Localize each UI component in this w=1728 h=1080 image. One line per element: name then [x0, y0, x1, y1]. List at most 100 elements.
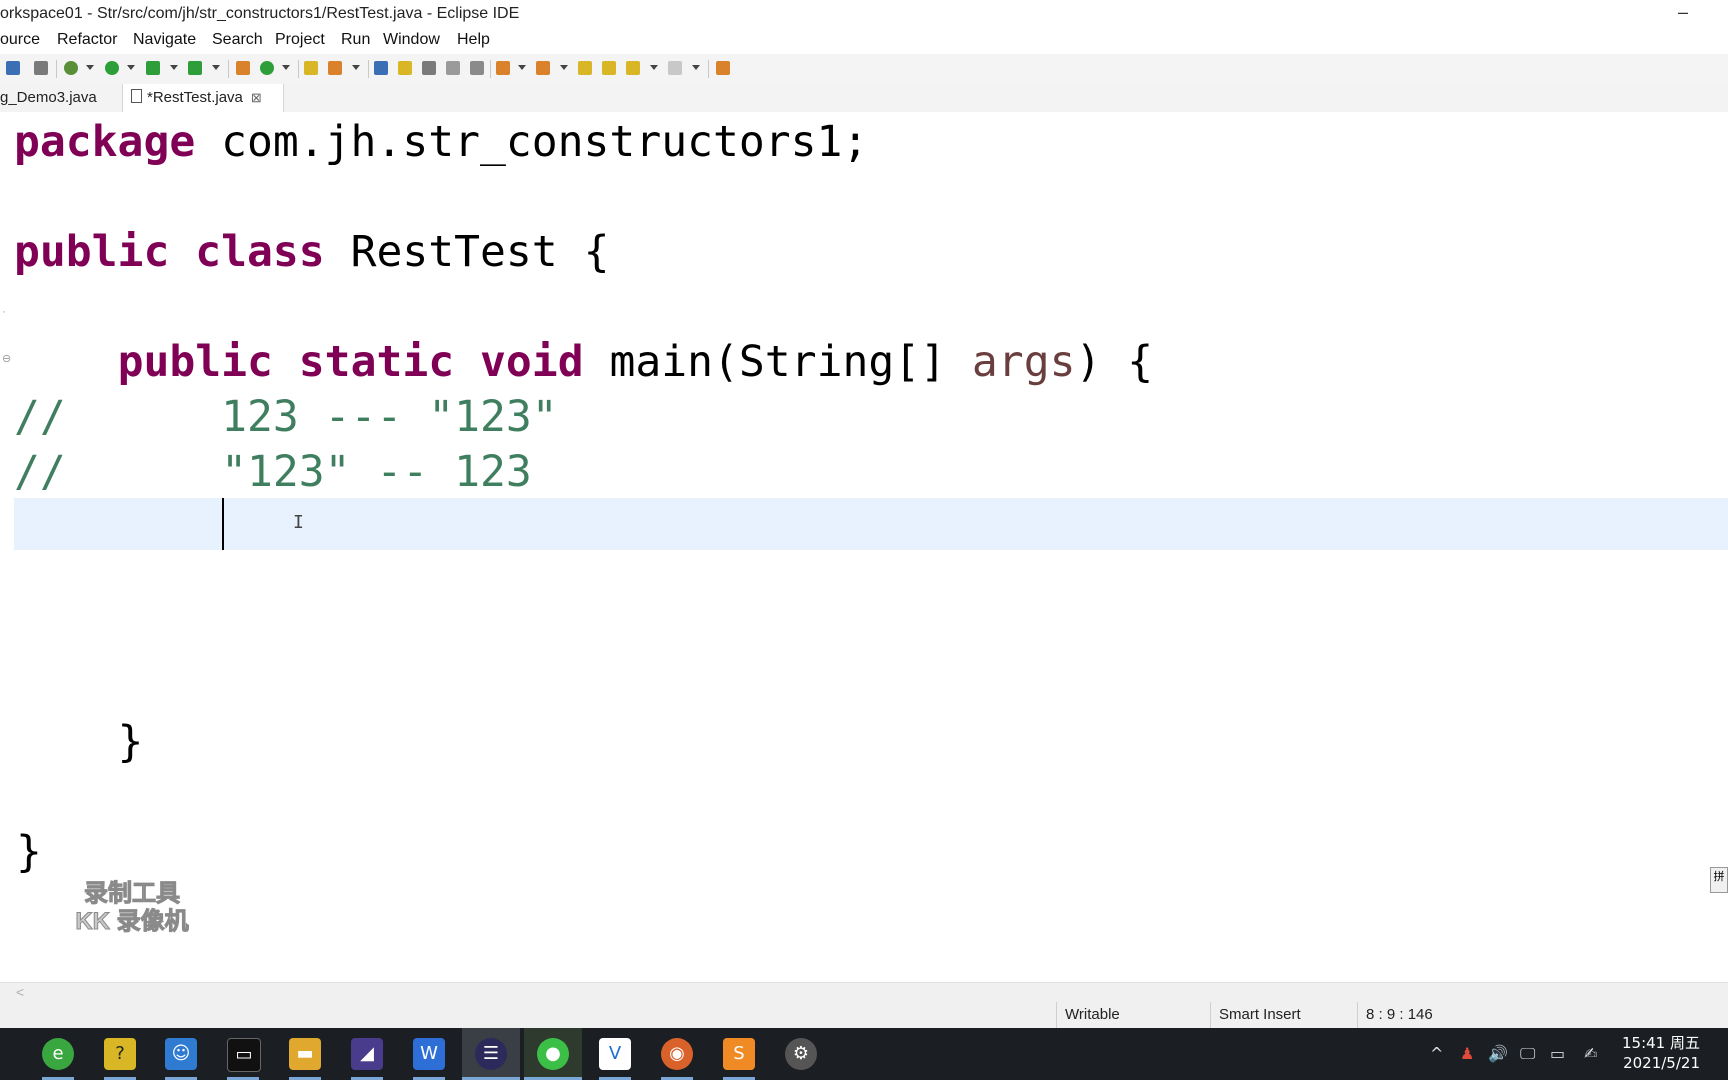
file-explorer-icon[interactable]: ▬ — [289, 1038, 321, 1070]
sublime-icon[interactable]: S — [723, 1038, 755, 1070]
previous-annotation-dropdown-icon[interactable] — [560, 65, 568, 70]
toggle-mark-occurrences-icon[interactable] — [374, 61, 388, 75]
menu-navigate[interactable]: Navigate — [133, 31, 196, 49]
vscode-icon[interactable]: V — [599, 1038, 631, 1070]
tab-demo3[interactable]: g_Demo3.java — [0, 84, 118, 112]
status-writable: Writable — [1056, 1002, 1193, 1028]
keyword: static — [298, 337, 455, 387]
watermark-line-1: 录制工具 — [84, 880, 181, 908]
tab-label: *RestTest.java — [147, 89, 243, 106]
dolphin-icon[interactable]: ◢ — [351, 1038, 383, 1070]
toolbar-separator — [228, 60, 229, 78]
title-bar: orkspace01 - Str/src/com/jh/str_construc… — [0, 0, 1728, 28]
keyword: public — [117, 337, 273, 387]
wechat-icon[interactable]: ● — [537, 1038, 569, 1070]
coverage-dropdown-icon[interactable] — [170, 65, 178, 70]
next-annotation-dropdown-icon[interactable] — [518, 65, 526, 70]
minimize-button[interactable]: – — [1678, 2, 1688, 23]
gutter-marker-icon: · — [2, 306, 6, 318]
search-dropdown-icon[interactable] — [352, 65, 360, 70]
code-text: ) { — [1075, 337, 1154, 387]
java-file-icon — [131, 89, 142, 103]
qq-tray-icon[interactable]: ♟ — [1460, 1044, 1474, 1063]
tab-resttest[interactable]: *RestTest.java ⊠ — [122, 84, 284, 112]
code-line-13: } — [16, 827, 42, 877]
save-icon[interactable] — [6, 61, 20, 75]
skip-breakpoints-icon[interactable] — [34, 61, 48, 75]
toolbar-separator — [298, 60, 299, 78]
highlight-icon[interactable] — [398, 61, 412, 75]
network-icon[interactable]: 🖵 — [1520, 1044, 1535, 1064]
tab-label: g_Demo3.java — [0, 89, 97, 106]
back-dropdown-icon[interactable] — [650, 65, 658, 70]
menu-run[interactable]: Run — [341, 31, 370, 49]
new-class-icon[interactable] — [260, 61, 274, 75]
settings-icon[interactable]: ⚙ — [785, 1038, 817, 1070]
tray-chevron-icon[interactable]: ^ — [1430, 1044, 1443, 1063]
volume-icon[interactable]: 🔊 — [1488, 1044, 1508, 1063]
back-icon[interactable] — [626, 61, 640, 75]
taskbar: e ? ☺ ▭ ▬ ◢ W ☰ ● V ◉ S ⚙ ^ ♟ 🔊 🖵 ▭ ✍ 15… — [0, 1028, 1728, 1080]
code-text: main(String[] — [583, 337, 972, 387]
new-dropdown-icon[interactable] — [282, 65, 290, 70]
horizontal-scrollbar[interactable]: < — [0, 982, 1728, 1003]
ibeam-cursor-icon: I — [293, 512, 304, 533]
last-edit-forward-icon[interactable] — [602, 61, 616, 75]
parameter: args — [971, 337, 1076, 387]
menu-search[interactable]: Search — [212, 31, 263, 49]
terminal-icon[interactable]: ▭ — [227, 1038, 261, 1072]
fox-app-icon[interactable]: ◉ — [661, 1038, 693, 1070]
run-icon[interactable] — [105, 61, 119, 75]
external-tools-dropdown-icon[interactable] — [212, 65, 220, 70]
code-line-3: public class RestTest { — [14, 226, 609, 278]
last-edit-location-icon[interactable] — [578, 61, 592, 75]
debug-icon[interactable] — [64, 61, 78, 75]
toolbar-separator — [56, 60, 57, 78]
eclipse-icon[interactable]: ☰ — [475, 1038, 507, 1070]
contacts-icon[interactable]: ☺ — [165, 1038, 197, 1070]
show-whitespace-icon[interactable] — [446, 61, 460, 75]
code-line-5: public static void main(String[] args) { — [14, 336, 1154, 388]
paragraph-icon[interactable] — [470, 61, 484, 75]
watermark-line-2: KK 录像机 — [75, 908, 189, 936]
block-selection-icon[interactable] — [422, 61, 436, 75]
browser-360-icon[interactable]: e — [42, 1038, 74, 1070]
debug-dropdown-icon[interactable] — [86, 65, 94, 70]
system-clock[interactable]: 15:41 周五 2021/5/21 — [1622, 1033, 1700, 1073]
notes-icon[interactable]: ? — [104, 1038, 136, 1070]
forward-dropdown-icon[interactable] — [692, 65, 700, 70]
menu-refactor[interactable]: Refactor — [57, 31, 117, 49]
keyword: void — [480, 337, 584, 387]
wps-writer-icon[interactable]: W — [413, 1038, 445, 1070]
toolbar — [0, 54, 1728, 85]
code-line-1: package com.jh.str_constructors1; — [14, 116, 868, 168]
forward-icon[interactable] — [668, 61, 682, 75]
open-type-icon[interactable] — [304, 61, 318, 75]
code-editor[interactable]: · ⊖ package com.jh.str_constructors1; pu… — [0, 112, 1728, 982]
recorder-watermark: 录制工具 KK 录像机 — [62, 880, 202, 936]
battery-icon[interactable]: ▭ — [1550, 1044, 1565, 1063]
previous-annotation-icon[interactable] — [536, 61, 550, 75]
external-tools-icon[interactable] — [188, 61, 202, 75]
menu-source[interactable]: ource — [0, 31, 40, 49]
input-method-icon[interactable]: 拼 — [1710, 867, 1728, 893]
menu-help[interactable]: Help — [457, 31, 490, 49]
status-cursor-position: 8 : 9 : 146 — [1357, 1002, 1506, 1028]
next-annotation-icon[interactable] — [496, 61, 510, 75]
scroll-left-icon[interactable]: < — [16, 984, 24, 1000]
pen-icon[interactable]: ✍ — [1584, 1044, 1597, 1063]
coverage-icon[interactable] — [146, 61, 160, 75]
menu-window[interactable]: Window — [383, 31, 440, 49]
open-perspective-icon[interactable] — [716, 61, 730, 75]
menu-project[interactable]: Project — [275, 31, 325, 49]
toolbar-separator — [368, 60, 369, 78]
close-icon[interactable]: ⊠ — [251, 90, 262, 105]
menu-bar: ource Refactor Navigate Search Project R… — [0, 28, 1728, 54]
run-dropdown-icon[interactable] — [127, 65, 135, 70]
current-line-highlight — [14, 498, 1728, 550]
new-java-package-icon[interactable] — [236, 61, 250, 75]
toolbar-separator — [490, 60, 491, 78]
search-icon[interactable] — [328, 61, 342, 75]
fold-icon[interactable]: ⊖ — [2, 352, 11, 365]
